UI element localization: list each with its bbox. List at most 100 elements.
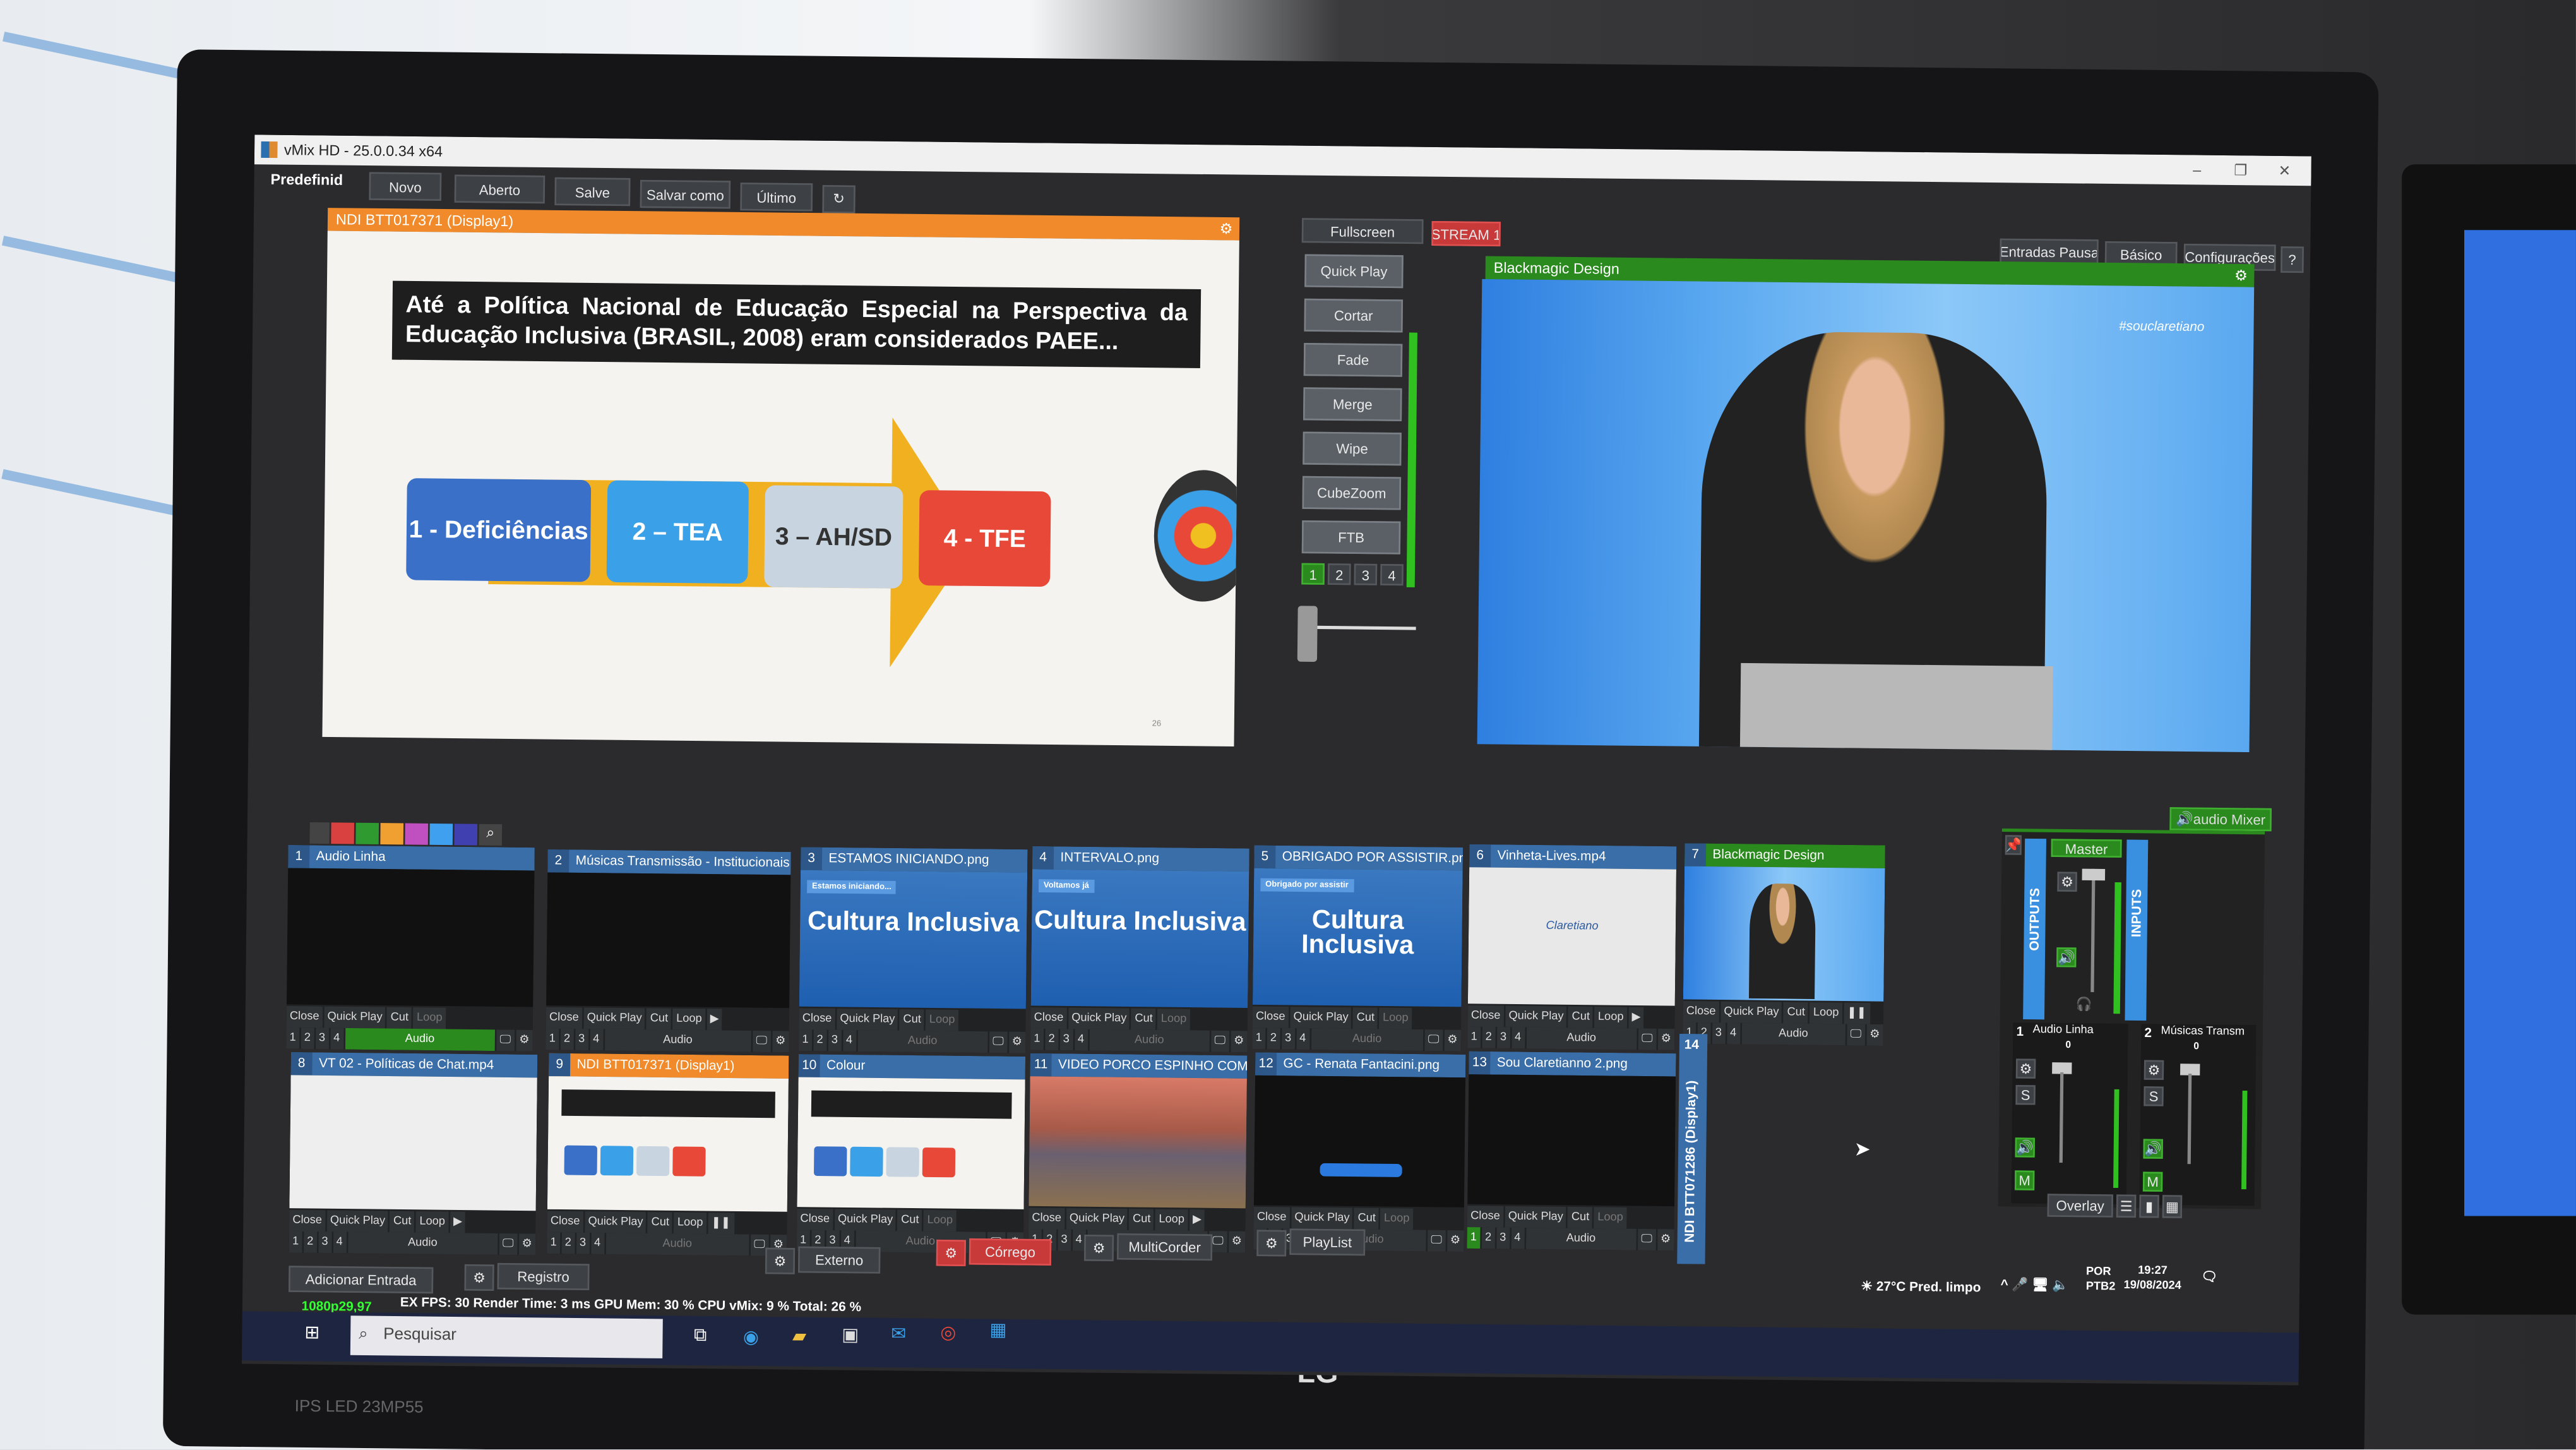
gear-icon[interactable]: ⚙ bbox=[1230, 1031, 1248, 1053]
close-button[interactable]: Close bbox=[799, 1008, 835, 1030]
input-cell[interactable]: 1 Audio Linha Close Quick Play Cut Loop 1 2 3 4 Au… bbox=[286, 845, 535, 1052]
audio-button[interactable]: Audio bbox=[344, 1028, 495, 1052]
overlay-slot-4[interactable]: 4 bbox=[1726, 1022, 1740, 1045]
solo-button[interactable]: S bbox=[2015, 1084, 2036, 1105]
cubezoom-button[interactable]: CubeZoom bbox=[1302, 476, 1402, 510]
stream-status-button[interactable]: STREAM 1 bbox=[1431, 220, 1501, 247]
mute-button[interactable]: M bbox=[2142, 1171, 2163, 1192]
input-cell[interactable]: 10ColourCloseQuick PlayCutLoop1234Audio🖵… bbox=[796, 1054, 1026, 1254]
overlay-button[interactable]: Overlay bbox=[2047, 1194, 2113, 1218]
monitor-icon[interactable]: 🖵 bbox=[499, 1233, 517, 1255]
close-button[interactable]: Close bbox=[797, 1208, 833, 1231]
log-button[interactable]: Registro bbox=[497, 1262, 590, 1291]
quick-play-button[interactable]: Quick Play bbox=[1304, 254, 1404, 289]
overlay-slot-2[interactable]: 2 bbox=[813, 1029, 827, 1052]
input-thumbnail[interactable]: Estamos iniciando... Cultura Inclusiva bbox=[799, 870, 1028, 1009]
overlay-slot-1[interactable]: 1 bbox=[1467, 1227, 1481, 1249]
maximize-button[interactable]: ❐ bbox=[2234, 155, 2248, 185]
input-thumbnail[interactable] bbox=[1467, 1074, 1676, 1207]
monitor-icon[interactable]: 🖵 bbox=[1211, 1030, 1229, 1052]
quick-play-button[interactable]: Quick Play bbox=[1505, 1005, 1567, 1028]
collapsed-input[interactable]: 14 NDI BTT071286 (Display1) bbox=[1677, 1033, 1708, 1264]
quick-play-button[interactable]: Quick Play bbox=[1505, 1206, 1567, 1228]
play-icon[interactable]: ▶ bbox=[450, 1211, 466, 1233]
preset-label[interactable]: Predefinid bbox=[270, 171, 343, 188]
loop-button[interactable]: Loop bbox=[1810, 1002, 1842, 1024]
input-cell[interactable]: 12 GC - Renata Fantacini.png Close Quick Pl… bbox=[1253, 1052, 1466, 1252]
quick-play-button[interactable]: Quick Play bbox=[1068, 1007, 1130, 1030]
tray-icons[interactable]: ^ 🎤 🖥 🔈 bbox=[2000, 1277, 2068, 1293]
solo-button[interactable]: S bbox=[2144, 1086, 2164, 1106]
overlay-slot-2[interactable]: 2 bbox=[1045, 1029, 1059, 1051]
pause-icon[interactable]: ❚❚ bbox=[1844, 1002, 1870, 1024]
gear-icon[interactable]: ⚙ bbox=[518, 1233, 536, 1255]
cut-button[interactable]: Cut bbox=[387, 1007, 412, 1029]
task-view-icon[interactable]: ⧉ bbox=[694, 1326, 707, 1347]
overlay-slot-3[interactable]: 3 bbox=[576, 1232, 590, 1254]
gear-icon[interactable]: ⚙ bbox=[464, 1264, 494, 1291]
refresh-icon[interactable]: ↻ bbox=[822, 185, 856, 213]
monitor-icon[interactable]: 🖵 bbox=[753, 1030, 771, 1053]
color-filter-all[interactable] bbox=[309, 822, 330, 844]
windows-start-icon[interactable]: ⊞ bbox=[304, 1322, 319, 1343]
merge-button[interactable]: Merge bbox=[1303, 387, 1402, 421]
overlay-slot-4[interactable]: 4 bbox=[842, 1029, 856, 1052]
overlay-slot-1[interactable]: 1 bbox=[546, 1028, 559, 1050]
cut-button[interactable]: Cut bbox=[1353, 1007, 1378, 1029]
quick-play-button[interactable]: Quick Play bbox=[585, 1211, 647, 1233]
gear-icon[interactable]: ⚙ bbox=[1657, 1229, 1674, 1251]
color-filter-swatch[interactable] bbox=[405, 823, 429, 845]
cut-button[interactable]: Cut bbox=[648, 1212, 673, 1234]
monitor-icon[interactable]: 🖵 bbox=[1847, 1024, 1865, 1046]
loop-button[interactable]: Loop bbox=[926, 1009, 958, 1031]
overlay-slot-4[interactable]: 4 bbox=[1074, 1029, 1088, 1051]
overlay-slot-1[interactable]: 1 bbox=[286, 1027, 300, 1049]
close-button[interactable]: Close bbox=[286, 1006, 323, 1028]
search-icon[interactable]: ⌕ bbox=[479, 824, 503, 846]
close-button[interactable]: Close bbox=[1028, 1207, 1065, 1230]
close-button[interactable]: ✕ bbox=[2278, 156, 2291, 186]
overlay-slot-2[interactable]: 2 bbox=[1482, 1026, 1496, 1048]
master-fader-handle[interactable] bbox=[2082, 868, 2106, 881]
overlay-slot-3[interactable]: 3 bbox=[315, 1028, 329, 1050]
overlay-slot-3[interactable]: 3 bbox=[318, 1231, 331, 1254]
input-thumbnail[interactable] bbox=[289, 1075, 537, 1211]
overlay-slot-3[interactable]: 3 bbox=[828, 1029, 842, 1052]
store-icon[interactable]: ▣ bbox=[842, 1324, 859, 1346]
cut-button[interactable]: Cut bbox=[647, 1008, 672, 1030]
close-button[interactable]: Close bbox=[1253, 1206, 1290, 1229]
add-input-button[interactable]: Adicionar Entrada bbox=[288, 1266, 434, 1294]
minimize-button[interactable]: – bbox=[2193, 155, 2202, 185]
fade-button[interactable]: Fade bbox=[1303, 343, 1403, 377]
edge-icon[interactable]: ◉ bbox=[743, 1326, 759, 1348]
quick-play-button[interactable]: Quick Play bbox=[1291, 1207, 1353, 1230]
transition-slot-4[interactable]: 4 bbox=[1380, 563, 1404, 586]
wipe-button[interactable]: Wipe bbox=[1303, 431, 1402, 466]
overlay-slot-4[interactable]: 4 bbox=[1072, 1229, 1086, 1251]
mail-icon[interactable]: ✉ bbox=[891, 1323, 906, 1344]
gear-icon[interactable]: ⚙ bbox=[2144, 1060, 2164, 1081]
gear-icon[interactable]: ⚙ bbox=[2057, 872, 2077, 892]
loop-button[interactable]: Loop bbox=[1594, 1207, 1627, 1229]
overlay-slot-4[interactable]: 4 bbox=[333, 1231, 347, 1254]
overlay-slot-1[interactable]: 1 bbox=[289, 1231, 302, 1253]
overlay-slot-4[interactable]: 4 bbox=[1510, 1227, 1524, 1249]
quick-play-button[interactable]: Quick Play bbox=[836, 1008, 898, 1031]
input-thumbnail[interactable] bbox=[547, 1076, 789, 1212]
ftb-button[interactable]: FTB bbox=[1301, 520, 1401, 554]
gear-icon[interactable]: ⚙ bbox=[772, 1031, 789, 1053]
input-thumbnail[interactable] bbox=[1253, 1075, 1466, 1207]
cut-button[interactable]: Cut bbox=[1354, 1207, 1380, 1230]
play-icon[interactable]: ▶ bbox=[1628, 1007, 1644, 1029]
input-thumbnail[interactable] bbox=[286, 868, 535, 1007]
speaker-icon[interactable]: 🔊 bbox=[2015, 1137, 2036, 1158]
overlay-slot-3[interactable]: 3 bbox=[1712, 1022, 1726, 1045]
loop-button[interactable]: Loop bbox=[416, 1211, 449, 1233]
monitor-icon[interactable]: 🖵 bbox=[496, 1029, 515, 1052]
overlay-slot-2[interactable]: 2 bbox=[560, 1028, 574, 1050]
cut-button[interactable]: Cut bbox=[1568, 1006, 1594, 1028]
pause-icon[interactable]: ❚❚ bbox=[708, 1213, 734, 1235]
gear-icon[interactable]: ⚙ bbox=[1219, 217, 1232, 241]
gear-icon[interactable]: ⚙ bbox=[1083, 1234, 1114, 1262]
multicorder-button[interactable]: MultiCorder bbox=[1116, 1233, 1213, 1261]
